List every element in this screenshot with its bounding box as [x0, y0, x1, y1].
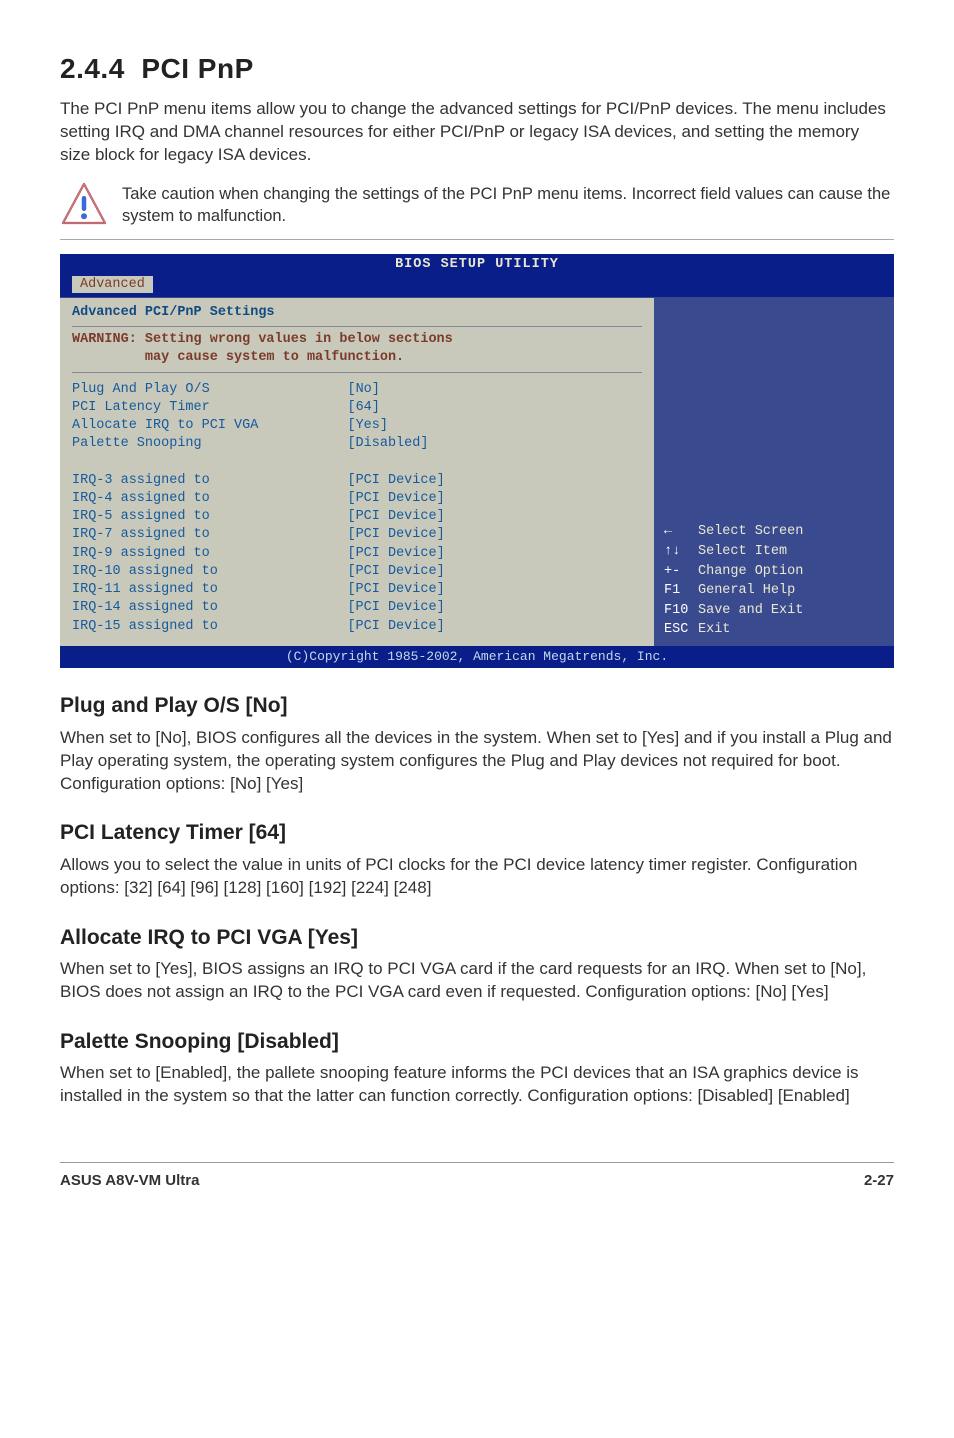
caution-icon [60, 181, 108, 229]
bios-row-label: IRQ-9 assigned to [72, 546, 210, 561]
help-key-row: F1General Help [664, 583, 795, 598]
bios-irq-row: IRQ-10 assigned to [PCI Device] [72, 564, 445, 579]
caution-block: Take caution when changing the settings … [60, 181, 894, 240]
bios-tab-row: Advanced [60, 276, 894, 297]
help-desc: Exit [698, 622, 730, 637]
bios-warning: WARNING: Setting wrong values in below s… [72, 326, 642, 372]
bios-row-value: [PCI Device] [347, 582, 444, 597]
help-key: +- [664, 562, 698, 582]
caution-text: Take caution when changing the settings … [122, 181, 894, 228]
bios-row-label: IRQ-15 assigned to [72, 619, 218, 634]
bios-row-value: [PCI Device] [347, 491, 444, 506]
bios-title: BIOS SETUP UTILITY [60, 254, 894, 276]
help-desc: Select Screen [698, 524, 803, 539]
bios-row-label: Plug And Play O/S [72, 382, 210, 397]
bios-row-value: [Disabled] [347, 436, 428, 451]
bios-row-value: [No] [347, 382, 379, 397]
bios-warning-label: WARNING: [72, 332, 137, 347]
section-number: 2.4.4 [60, 53, 125, 84]
bios-row-value: [64] [347, 400, 379, 415]
footer-left: ASUS A8V-VM Ultra [60, 1171, 199, 1191]
option-body-latency: Allows you to select the value in units … [60, 854, 894, 900]
bios-left-pane: Advanced PCI/PnP Settings WARNING: Setti… [60, 298, 654, 646]
bios-pane-heading: Advanced PCI/PnP Settings [72, 305, 275, 320]
bios-irq-row: IRQ-14 assigned to [PCI Device] [72, 600, 445, 615]
bios-row: PCI Latency Timer [64] [72, 400, 380, 415]
bios-row-label: IRQ-5 assigned to [72, 509, 210, 524]
help-key-row: ←Select Screen [664, 524, 803, 539]
help-key-row: F10Save and Exit [664, 603, 803, 618]
bios-row-value: [PCI Device] [347, 509, 444, 524]
section-heading: 2.4.4 PCI PnP [60, 50, 894, 88]
bios-row-value: [PCI Device] [347, 564, 444, 579]
bios-right-pane: ←Select Screen ↑↓Select Item +-Change Op… [654, 298, 894, 646]
bios-row-value: [PCI Device] [347, 619, 444, 634]
option-title-pnp: Plug and Play O/S [No] [60, 692, 894, 720]
help-desc: Change Option [698, 564, 803, 579]
page-footer: ASUS A8V-VM Ultra 2-27 [60, 1162, 894, 1191]
section-intro: The PCI PnP menu items allow you to chan… [60, 98, 894, 167]
help-key: F10 [664, 601, 698, 621]
bios-irq-row: IRQ-5 assigned to [PCI Device] [72, 509, 445, 524]
bios-row-label: IRQ-7 assigned to [72, 527, 210, 542]
bios-irq-row: IRQ-9 assigned to [PCI Device] [72, 546, 445, 561]
help-key-row: ↑↓Select Item [664, 544, 787, 559]
bios-footer: (C)Copyright 1985-2002, American Megatre… [60, 646, 894, 669]
bios-row-value: [PCI Device] [347, 527, 444, 542]
bios-row-label: IRQ-10 assigned to [72, 564, 218, 579]
help-desc: Select Item [698, 544, 787, 559]
bios-row: Palette Snooping [Disabled] [72, 436, 428, 451]
bios-row-label: IRQ-3 assigned to [72, 473, 210, 488]
bios-irq-row: IRQ-7 assigned to [PCI Device] [72, 527, 445, 542]
option-title-palette: Palette Snooping [Disabled] [60, 1028, 894, 1056]
bios-row-label: IRQ-14 assigned to [72, 600, 218, 615]
option-title-irq: Allocate IRQ to PCI VGA [Yes] [60, 924, 894, 952]
bios-row-label: PCI Latency Timer [72, 400, 210, 415]
bios-irq-row: IRQ-15 assigned to [PCI Device] [72, 619, 445, 634]
bios-row-label: IRQ-11 assigned to [72, 582, 218, 597]
help-key-row: ESCExit [664, 622, 730, 637]
option-title-latency: PCI Latency Timer [64] [60, 819, 894, 847]
option-body-irq: When set to [Yes], BIOS assigns an IRQ t… [60, 958, 894, 1004]
section-title: PCI PnP [141, 53, 253, 84]
bios-screenshot: BIOS SETUP UTILITY Advanced Advanced PCI… [60, 254, 894, 669]
bios-irq-row: IRQ-11 assigned to [PCI Device] [72, 582, 445, 597]
option-body-pnp: When set to [No], BIOS configures all th… [60, 727, 894, 796]
bios-row-value: [PCI Device] [347, 600, 444, 615]
bios-row: Allocate IRQ to PCI VGA [Yes] [72, 418, 388, 433]
help-key-row: +-Change Option [664, 564, 803, 579]
bios-row: Plug And Play O/S [No] [72, 382, 380, 397]
option-body-palette: When set to [Enabled], the pallete snoop… [60, 1062, 894, 1108]
help-key: F1 [664, 581, 698, 601]
help-key: ↑↓ [664, 542, 698, 562]
help-desc: Save and Exit [698, 603, 803, 618]
help-key: ← [664, 522, 698, 542]
bios-tab-advanced: Advanced [72, 276, 153, 293]
help-key: ESC [664, 620, 698, 640]
bios-row-value: [PCI Device] [347, 473, 444, 488]
bios-row-label: Allocate IRQ to PCI VGA [72, 418, 258, 433]
bios-row-label: Palette Snooping [72, 436, 202, 451]
bios-row-value: [Yes] [347, 418, 388, 433]
bios-row-value: [PCI Device] [347, 546, 444, 561]
help-desc: General Help [698, 583, 795, 598]
bios-irq-row: IRQ-4 assigned to [PCI Device] [72, 491, 445, 506]
footer-right: 2-27 [864, 1171, 894, 1191]
bios-irq-row: IRQ-3 assigned to [PCI Device] [72, 473, 445, 488]
bios-help-keys: ←Select Screen ↑↓Select Item +-Change Op… [664, 522, 884, 639]
bios-row-label: IRQ-4 assigned to [72, 491, 210, 506]
